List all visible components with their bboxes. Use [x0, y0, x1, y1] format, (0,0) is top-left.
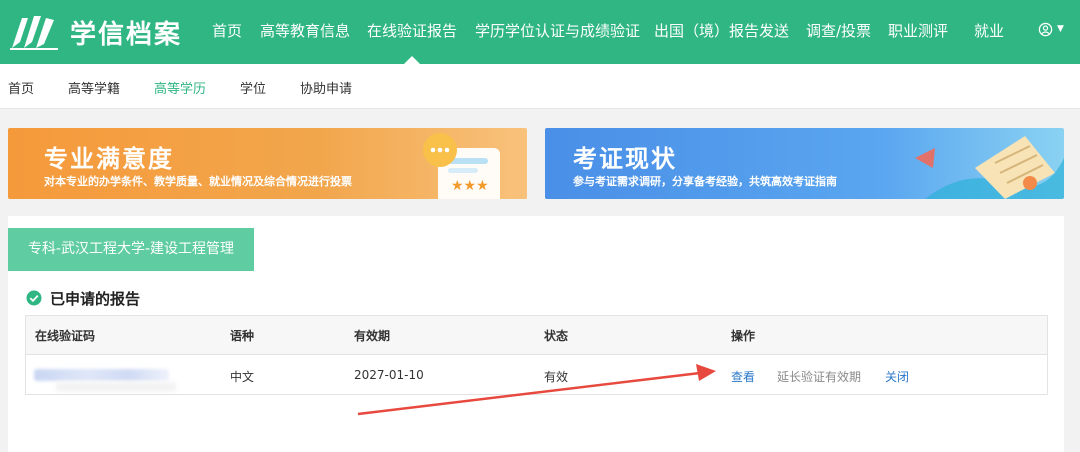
banner-subtitle: 对本专业的办学条件、教学质量、就业情况及综合情况进行投票	[44, 175, 352, 188]
user-circle-icon[interactable]	[1038, 22, 1053, 37]
banner-subtitle: 参与考证需求调研，分享备考经验，共筑高效考证指南	[573, 175, 837, 188]
th-verification-code: 在线验证码	[35, 329, 96, 343]
subnav-higher-degree-record[interactable]: 高等学历	[154, 78, 206, 97]
table-header: 在线验证码 语种 有效期 状态 操作	[26, 316, 1047, 355]
report-panel: 专科-武汉工程大学-建设工程管理 已申请的报告 在线验证码 语种 有效期 状态 …	[8, 216, 1064, 452]
banner-certificate-status[interactable]: 考证现状 参与考证需求调研，分享备考经验，共筑高效考证指南	[545, 128, 1064, 199]
th-status: 状态	[544, 329, 569, 343]
view-report-link[interactable]: 查看	[731, 368, 755, 385]
section-title: 已申请的报告	[26, 288, 140, 309]
extend-validity-link[interactable]: 延长验证有效期	[777, 368, 861, 385]
verification-code-redacted-shadow	[56, 382, 176, 392]
close-report-link[interactable]: 关闭	[885, 368, 909, 385]
nav-overseas-report[interactable]: 出国（境）报告发送	[654, 20, 789, 41]
subnav-higher-enrollment[interactable]: 高等学籍	[68, 78, 120, 97]
nav-home[interactable]: 首页	[212, 20, 242, 41]
subnav-home[interactable]: 首页	[8, 78, 34, 97]
banner-title: 考证现状	[573, 145, 677, 173]
section-title-text: 已申请的报告	[50, 290, 141, 308]
sub-navbar: 首页 高等学籍 高等学历 学位 协助申请	[0, 64, 1080, 109]
verification-code-redacted	[34, 369, 169, 381]
banner-title: 专业满意度	[44, 145, 174, 173]
check-circle-icon	[26, 290, 42, 306]
rating-card-illustration-icon: ★★★	[423, 133, 500, 199]
cell-expiry: 2027-01-10	[354, 368, 424, 382]
banner-major-satisfaction[interactable]: 专业满意度 对本专业的办学条件、教学质量、就业情况及综合情况进行投票 ★★★	[8, 128, 527, 199]
cell-language: 中文	[230, 370, 255, 384]
logo-icon[interactable]	[8, 12, 60, 52]
report-table: 在线验证码 语种 有效期 状态 操作 中文 2027-01-10 有效 查看 延…	[25, 315, 1048, 395]
th-actions: 操作	[731, 329, 756, 343]
top-navbar: 学信档案 首页 高等教育信息 在线验证报告 学历学位认证与成绩验证 出国（境）报…	[0, 0, 1080, 64]
nav-survey-vote[interactable]: 调查/投票	[806, 20, 871, 41]
subnav-degree[interactable]: 学位	[240, 78, 266, 97]
nav-degree-certification[interactable]: 学历学位认证与成绩验证	[475, 20, 640, 41]
chevron-down-icon[interactable]: ▼	[1057, 24, 1064, 34]
nav-online-verification-report[interactable]: 在线验证报告	[367, 20, 457, 64]
cell-status: 有效	[544, 370, 569, 384]
svg-text:★★★: ★★★	[451, 178, 489, 194]
certificate-illustration-icon	[915, 136, 1064, 199]
nav-career-test[interactable]: 职业测评	[888, 20, 948, 41]
nav-employment[interactable]: 就业	[974, 20, 1004, 41]
major-tab[interactable]: 专科-武汉工程大学-建设工程管理	[8, 228, 254, 271]
nav-higher-education-info[interactable]: 高等教育信息	[260, 20, 350, 41]
brand-title[interactable]: 学信档案	[70, 14, 182, 51]
th-language: 语种	[230, 329, 255, 343]
subnav-assist-apply[interactable]: 协助申请	[300, 78, 352, 97]
th-expiry: 有效期	[354, 329, 391, 343]
